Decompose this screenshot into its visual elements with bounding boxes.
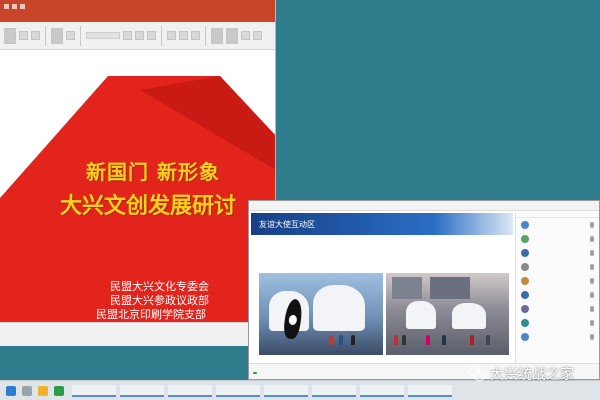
meeting-titlebar	[249, 201, 599, 211]
underline-icon[interactable]	[147, 31, 156, 40]
taskbar-window-item[interactable]	[72, 385, 116, 397]
shared-screen: 友谊大使互动区	[251, 213, 513, 363]
new-slide-button[interactable]	[51, 28, 63, 44]
ribbon-divider	[45, 26, 46, 46]
taskbar-window-item[interactable]	[408, 385, 452, 397]
slide-canvas[interactable]: 新国门 新形象 大兴文创发展研讨 民盟大兴文化专委会 民盟大兴参政议政部 民盟北…	[0, 50, 276, 322]
file-explorer-icon[interactable]	[38, 386, 48, 396]
save-icon[interactable]	[4, 4, 9, 9]
crowd-photo	[386, 273, 510, 355]
participant-row[interactable]	[516, 330, 599, 344]
redo-icon[interactable]	[20, 4, 25, 9]
italic-icon[interactable]	[135, 31, 144, 40]
align-left-icon[interactable]	[167, 31, 176, 40]
slide-title-line1: 新国门 新形象	[86, 156, 276, 185]
taskbar-window-item[interactable]	[360, 385, 404, 397]
shared-slide-header: 友谊大使互动区	[251, 213, 513, 235]
ribbon-toolbar	[0, 22, 275, 50]
participant-row[interactable]	[516, 302, 599, 316]
align-center-icon[interactable]	[179, 31, 188, 40]
bold-icon[interactable]	[123, 31, 132, 40]
quick-styles-icon[interactable]	[241, 31, 250, 40]
start-icon[interactable]	[6, 386, 16, 396]
shared-slide-text	[251, 235, 513, 269]
participant-row[interactable]	[516, 316, 599, 330]
ribbon-divider	[161, 26, 162, 46]
watermark-text: 大兴统战之家	[490, 364, 574, 384]
participant-row[interactable]	[516, 232, 599, 246]
wechat-icon[interactable]	[54, 386, 64, 396]
cut-icon[interactable]	[19, 31, 28, 40]
copy-icon[interactable]	[31, 31, 40, 40]
shared-slide-heading: 友谊大使互动区	[259, 219, 315, 230]
powerpoint-window: 新国门 新形象 大兴文创发展研讨 民盟大兴文化专委会 民盟大兴参政议政部 民盟北…	[0, 0, 276, 346]
slide-title-line2: 大兴文创发展研讨	[60, 188, 276, 220]
ribbon-divider	[205, 26, 206, 46]
shared-slide-photos	[259, 273, 509, 355]
shapes-button[interactable]	[211, 28, 223, 44]
taskbar-window-item[interactable]	[216, 385, 260, 397]
font-name-select[interactable]	[86, 32, 120, 39]
presenter-tag	[253, 372, 257, 374]
taskbar-window-item[interactable]	[168, 385, 212, 397]
ppt-statusbar	[0, 322, 276, 346]
watermark: 大兴统战之家	[468, 364, 574, 384]
ppt-titlebar	[0, 0, 275, 12]
taskbar-window-item[interactable]	[120, 385, 164, 397]
participant-row[interactable]	[516, 218, 599, 232]
quick-access-toolbar	[4, 4, 25, 9]
taskbar-window-item[interactable]	[264, 385, 308, 397]
participant-list	[515, 213, 599, 363]
ribbon-tabs	[0, 12, 275, 22]
paste-button[interactable]	[4, 28, 16, 44]
layout-icon[interactable]	[66, 31, 75, 40]
participant-row[interactable]	[516, 288, 599, 302]
meeting-window: 友谊大使互动区	[248, 200, 600, 380]
participant-row[interactable]	[516, 246, 599, 260]
participant-row[interactable]	[516, 274, 599, 288]
ice-sculpture-photo	[259, 273, 383, 355]
ribbon-divider	[80, 26, 81, 46]
find-icon[interactable]	[253, 31, 262, 40]
arrange-button[interactable]	[226, 28, 238, 44]
bullets-icon[interactable]	[191, 31, 200, 40]
participant-row[interactable]	[516, 260, 599, 274]
undo-icon[interactable]	[12, 4, 17, 9]
wechat-logo-icon	[468, 366, 486, 382]
search-icon[interactable]	[22, 386, 32, 396]
taskbar-window-item[interactable]	[312, 385, 356, 397]
presenter-indicator	[253, 368, 257, 377]
